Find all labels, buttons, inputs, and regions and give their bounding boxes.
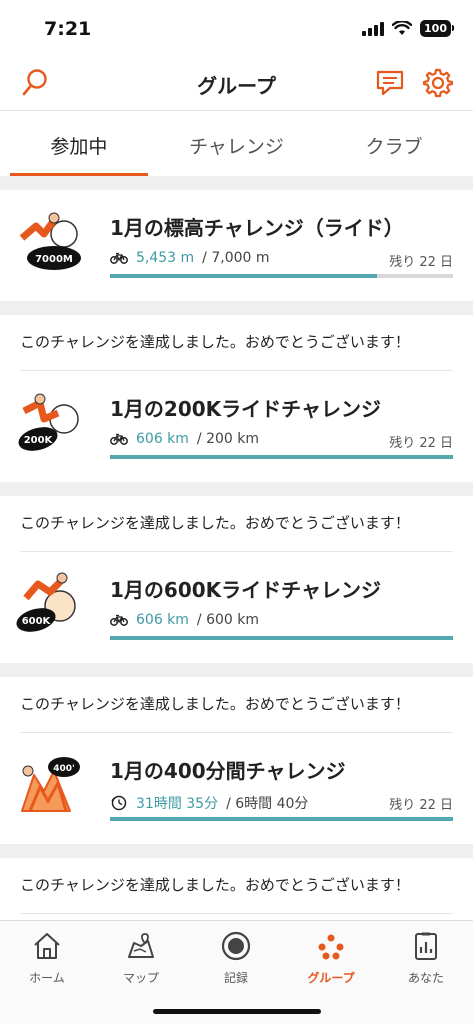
challenge-days-left: 残り 22 日	[389, 798, 453, 813]
challenge-card[interactable]: 600K 1月の600Kライドチャレンジ 606 km / 600 km	[0, 552, 473, 663]
tabbar-item-home[interactable]: ホーム	[0, 929, 94, 986]
cellular-signal-icon	[362, 21, 384, 36]
status-time: 7:21	[44, 18, 92, 40]
home-indicator	[153, 1009, 321, 1014]
challenge-current-value: 5,453 m	[136, 250, 195, 266]
challenge-days-left: 残り 22 日	[389, 436, 453, 451]
progress-fill	[110, 636, 453, 640]
map-icon	[128, 933, 154, 958]
svg-text:200K: 200K	[24, 435, 54, 446]
challenge-feed: 7000M 1月の標高チャレンジ（ライド） 5,453 m / 7,000 m …	[0, 176, 473, 914]
challenge-progress-bar	[110, 455, 453, 459]
svg-text:600K: 600K	[22, 616, 52, 627]
congrats-message: このチャレンジを達成しました。おめでとうございます！	[0, 496, 473, 552]
progress-fill	[110, 817, 453, 821]
wifi-icon	[392, 21, 412, 35]
tabbar-label: あなた	[407, 971, 444, 985]
tabbar-label: マップ	[122, 971, 159, 985]
challenge-goal-value: / 600 km	[196, 612, 260, 628]
challenge-stats: 31時間 35分 / 6時間 40分	[110, 793, 308, 813]
tabbar-item-record[interactable]: 記録	[189, 929, 283, 986]
progress-fill	[110, 455, 453, 459]
tabbar-item-map[interactable]: マップ	[94, 929, 188, 986]
segment-tabs: 参加中 チャレンジ クラブ	[0, 110, 473, 176]
challenge-title: 1月の200Kライドチャレンジ	[110, 397, 381, 421]
challenge-progress-bar	[110, 817, 453, 821]
tabbar-label: グループ	[307, 971, 355, 985]
section-divider	[0, 844, 473, 858]
challenge-stats: 5,453 m / 7,000 m	[110, 250, 270, 266]
home-icon	[34, 933, 60, 959]
challenge-badge-400min-icon: 400'	[14, 751, 82, 819]
section-divider	[0, 663, 473, 677]
gear-icon[interactable]	[421, 66, 455, 100]
section-divider	[0, 176, 473, 190]
chat-icon[interactable]	[373, 66, 407, 100]
challenge-card[interactable]: 200K 1月の200Kライドチャレンジ 606 km / 200 km 残り …	[0, 371, 473, 482]
record-icon	[221, 931, 251, 961]
bike-icon	[110, 614, 128, 626]
challenge-goal-value: / 6時間 40分	[226, 796, 309, 812]
challenge-badge-200k-icon: 200K	[14, 389, 82, 457]
section-divider	[0, 301, 473, 315]
challenge-stats: 606 km / 200 km	[110, 431, 259, 447]
profile-icon	[415, 932, 437, 960]
challenge-progress-bar	[110, 274, 453, 278]
challenge-stats: 606 km / 600 km	[110, 612, 259, 628]
status-bar: 7:21 100	[0, 0, 473, 56]
challenge-progress-bar	[110, 636, 453, 640]
progress-fill	[110, 274, 378, 278]
bike-icon	[110, 433, 128, 445]
congrats-message: このチャレンジを達成しました。おめでとうございます！	[0, 315, 473, 371]
challenge-current-value: 606 km	[136, 431, 189, 447]
tabbar-label: 記録	[223, 971, 248, 985]
challenge-title: 1月の標高チャレンジ（ライド）	[110, 216, 404, 240]
status-icons: 100	[362, 20, 454, 37]
timer-icon	[111, 795, 127, 811]
app-header: グループ	[0, 56, 473, 110]
challenge-badge-600k-icon: 600K	[14, 570, 82, 638]
challenge-card[interactable]: 400' 1月の400分間チャレンジ 31時間 35分 / 6時間 40分 残り…	[0, 733, 473, 844]
svg-text:7000M: 7000M	[35, 254, 73, 265]
challenge-current-value: 606 km	[136, 612, 189, 628]
section-divider	[0, 482, 473, 496]
challenge-days-left: 残り 22 日	[389, 255, 453, 270]
challenge-current-value: 31時間 35分	[136, 796, 219, 812]
challenge-card[interactable]: 7000M 1月の標高チャレンジ（ライド） 5,453 m / 7,000 m …	[0, 190, 473, 301]
challenge-badge-elevation-icon: 7000M	[14, 208, 82, 276]
bike-icon	[110, 252, 128, 264]
tabbar-item-you[interactable]: あなた	[379, 929, 473, 986]
challenge-title: 1月の400分間チャレンジ	[110, 759, 346, 783]
group-icon	[318, 934, 344, 960]
svg-text:400': 400'	[53, 764, 75, 774]
challenge-goal-value: / 200 km	[196, 431, 260, 447]
challenge-title: 1月の600Kライドチャレンジ	[110, 578, 381, 602]
battery-icon: 100	[420, 20, 454, 37]
tabbar-item-group[interactable]: グループ	[284, 929, 378, 986]
congrats-message: このチャレンジを達成しました。おめでとうございます！	[0, 858, 473, 914]
tabbar-label: ホーム	[29, 971, 65, 985]
challenge-goal-value: / 7,000 m	[202, 250, 270, 266]
tab-challenges[interactable]: チャレンジ	[158, 111, 316, 176]
congrats-message: このチャレンジを達成しました。おめでとうございます！	[0, 677, 473, 733]
tab-joined[interactable]: 参加中	[0, 111, 158, 176]
tab-clubs[interactable]: クラブ	[315, 111, 473, 176]
